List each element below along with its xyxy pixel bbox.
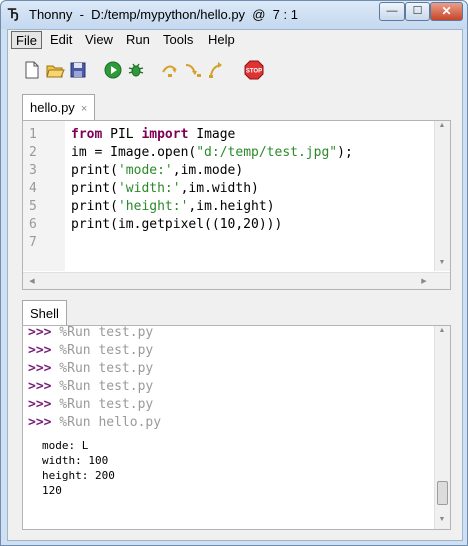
editor-horizontal-scrollbar[interactable]: ◀ ▶: [23, 272, 450, 289]
shell-input-prompt[interactable]: >>>: [28, 511, 114, 529]
shell-output-line: 120: [42, 484, 62, 497]
new-file-icon[interactable]: [22, 60, 42, 80]
close-button[interactable]: ✕: [430, 2, 463, 21]
string-token: 'width:': [117, 181, 181, 196]
shell-prompt: >>>: [28, 325, 52, 340]
line-number: 7: [29, 235, 37, 250]
menu-bar: File Edit View Run Tools Help: [8, 30, 462, 50]
scroll-up-arrow-icon[interactable]: ▲: [435, 122, 449, 129]
shell-output-line: width: 100: [42, 454, 109, 467]
code-line[interactable]: print('width:',im.width): [71, 180, 259, 198]
scroll-up-arrow-icon[interactable]: ▲: [435, 327, 449, 334]
line-number: 4: [29, 181, 37, 196]
shell-panel[interactable]: >>> %Run test.py >>> %Run test.py >>> %Run…: [22, 325, 451, 530]
tab-shell[interactable]: Shell: [22, 300, 67, 327]
shell-prompt: >>>: [28, 343, 52, 358]
step-over-icon[interactable]: [160, 60, 180, 80]
shell-prompt: >>>: [28, 361, 52, 376]
scrollbar-thumb[interactable]: [437, 481, 448, 505]
tab-hello-py[interactable]: hello.py ×: [22, 94, 96, 121]
code-token: PIL: [102, 127, 142, 142]
scroll-left-arrow-icon[interactable]: ◀: [25, 277, 39, 285]
shell-command: %Run test.py: [51, 379, 154, 394]
toolbar: STOP: [8, 54, 462, 86]
stop-icon[interactable]: STOP: [244, 60, 264, 80]
code-line[interactable]: im = Image.open("d:/temp/test.jpg");: [71, 144, 353, 162]
code-line[interactable]: print('height:',im.height): [71, 198, 275, 216]
save-file-icon[interactable]: [68, 60, 88, 80]
menu-help[interactable]: Help: [204, 31, 239, 49]
code-token: im = Image.open(: [71, 145, 197, 160]
title-bar[interactable]: Ꚋ Thonny - D:/temp/mypython/hello.py @ 7…: [1, 1, 467, 29]
menu-tools[interactable]: Tools: [159, 31, 197, 49]
code-token: ,im.height): [188, 199, 275, 214]
step-out-icon[interactable]: [206, 60, 226, 80]
code-token: Image: [188, 127, 236, 142]
code-token: ,im.width): [180, 181, 259, 196]
menu-edit[interactable]: Edit: [46, 31, 76, 49]
shell-prompt: >>>: [28, 397, 52, 412]
editor-vertical-scrollbar[interactable]: ▲ ▼: [434, 121, 450, 271]
shell-history-line: >>> %Run test.py: [28, 360, 153, 378]
shell-history-line: >>> %Run test.py: [28, 325, 154, 342]
minimize-button[interactable]: —: [379, 2, 405, 21]
keyword-token: from: [71, 127, 103, 142]
line-number: 2: [29, 145, 37, 160]
shell-command: %Run test.py: [51, 361, 154, 376]
shell-history-line: >>> %Run test.py: [28, 396, 153, 414]
thonny-logo-icon: Ꚋ: [8, 7, 19, 22]
string-token: 'mode:': [117, 163, 173, 178]
menu-run[interactable]: Run: [122, 31, 154, 49]
run-icon[interactable]: [103, 60, 123, 80]
shell-prompt: >>>: [28, 379, 52, 394]
debug-icon[interactable]: [126, 60, 146, 80]
code-line[interactable]: from PIL import Image: [71, 126, 235, 144]
shell-command: %Run hello.py: [51, 415, 162, 430]
line-number: 3: [29, 163, 37, 178]
code-token: print(im.getpixel((10,20))): [71, 217, 283, 232]
line-number: 1: [29, 127, 37, 142]
shell-vertical-scrollbar[interactable]: ▲ ▼: [434, 326, 450, 529]
thonny-window: Ꚋ Thonny - D:/temp/mypython/hello.py @ 7…: [0, 0, 468, 546]
string-token: 'height:': [117, 199, 189, 214]
shell-command: %Run test.py: [51, 325, 154, 340]
shell-command: %Run test.py: [51, 397, 154, 412]
app-client-area: File Edit View Run Tools Help STOP hello…: [7, 29, 463, 541]
code-line[interactable]: print('mode:',im.mode): [71, 162, 243, 180]
line-number: 6: [29, 217, 37, 232]
code-token: print(: [71, 163, 118, 178]
line-number: 5: [29, 199, 37, 214]
scroll-down-arrow-icon[interactable]: ▼: [435, 516, 449, 523]
menu-file[interactable]: File: [11, 31, 42, 49]
step-into-icon[interactable]: [183, 60, 203, 80]
open-file-icon[interactable]: [45, 60, 65, 80]
menu-view[interactable]: View: [81, 31, 117, 49]
scroll-right-arrow-icon[interactable]: ▶: [417, 277, 431, 285]
shell-output-line: height: 200: [42, 469, 115, 482]
code-token: print(: [71, 199, 118, 214]
stop-label: STOP: [246, 69, 262, 75]
shell-history-line: >>> %Run test.py: [28, 378, 153, 396]
shell-history-line: >>> %Run test.py: [28, 342, 153, 360]
maximize-button[interactable]: ☐: [405, 2, 430, 21]
keyword-token: import: [141, 127, 189, 142]
scroll-down-arrow-icon[interactable]: ▼: [435, 259, 449, 266]
close-tab-icon[interactable]: ×: [81, 103, 87, 115]
code-token: print(: [71, 181, 118, 196]
code-token: ,im.mode): [172, 163, 244, 178]
shell-command: %Run test.py: [51, 343, 154, 358]
code-line[interactable]: print(im.getpixel((10,20))): [71, 216, 282, 234]
string-token: "d:/temp/test.jpg": [196, 145, 338, 160]
shell-output-line: mode: L: [42, 439, 89, 452]
line-number-gutter: 1 2 3 4 5 6 7: [23, 121, 65, 271]
window-title: Thonny - D:/temp/mypython/hello.py @ 7 :…: [29, 7, 298, 22]
shell-history-line: >>> %Run hello.py: [28, 414, 161, 432]
code-token: );: [337, 145, 353, 160]
shell-prompt: >>>: [28, 415, 52, 430]
tab-label: hello.py: [30, 100, 75, 115]
code-editor[interactable]: 1 2 3 4 5 6 7 from PIL import Image im = …: [22, 120, 451, 290]
